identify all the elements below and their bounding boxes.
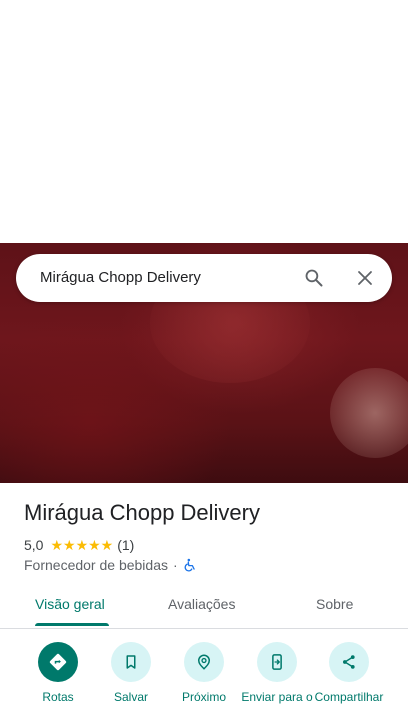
- blank-area: [0, 0, 408, 243]
- tab-reviews[interactable]: Avaliações: [168, 596, 235, 612]
- directions-label: Rotas: [42, 690, 74, 704]
- nearby-icon: [197, 654, 211, 670]
- rating-value: 5,0: [24, 537, 44, 553]
- tab-overview[interactable]: Visão geral: [35, 596, 105, 612]
- category-separator: ·: [173, 557, 178, 573]
- share-label: Compartilhar: [314, 690, 384, 704]
- save-button[interactable]: Salvar: [91, 642, 171, 705]
- wheelchair-icon: [184, 558, 195, 572]
- nearby-button[interactable]: Próximo: [164, 642, 244, 705]
- share-icon: [343, 655, 355, 669]
- close-icon[interactable]: [356, 269, 374, 287]
- place-category: Fornecedor de bebidas: [24, 557, 168, 573]
- rating-row[interactable]: 5,0 ★★★★★ (1): [24, 536, 134, 554]
- place-title: Mirágua Chopp Delivery: [24, 500, 260, 525]
- send-to-phone-label: Enviar para o: [241, 690, 313, 704]
- search-bar[interactable]: Mirágua Chopp Delivery: [16, 254, 392, 302]
- search-icon[interactable]: [304, 268, 324, 288]
- send-to-phone-icon: [272, 654, 282, 670]
- share-button[interactable]: Compartilhar: [309, 642, 389, 705]
- bookmark-icon: [126, 655, 136, 669]
- directions-button[interactable]: Rotas: [18, 642, 98, 705]
- nearby-label: Próximo: [181, 690, 226, 704]
- category-row: Fornecedor de bebidas ·: [24, 557, 197, 573]
- save-label: Salvar: [113, 690, 148, 704]
- active-tab-indicator: [35, 623, 109, 626]
- action-buttons: Rotas Salvar Próximo Enviar para o Compa…: [0, 640, 408, 726]
- tab-bar: Visão geral Avaliações Sobre: [0, 586, 408, 629]
- search-query[interactable]: Mirágua Chopp Delivery: [40, 269, 201, 286]
- review-count[interactable]: (1): [117, 537, 134, 553]
- send-to-phone-button[interactable]: Enviar para o: [237, 642, 317, 705]
- directions-icon: [49, 653, 67, 671]
- tab-about[interactable]: Sobre: [316, 596, 353, 612]
- rating-stars: ★★★★★: [50, 536, 114, 553]
